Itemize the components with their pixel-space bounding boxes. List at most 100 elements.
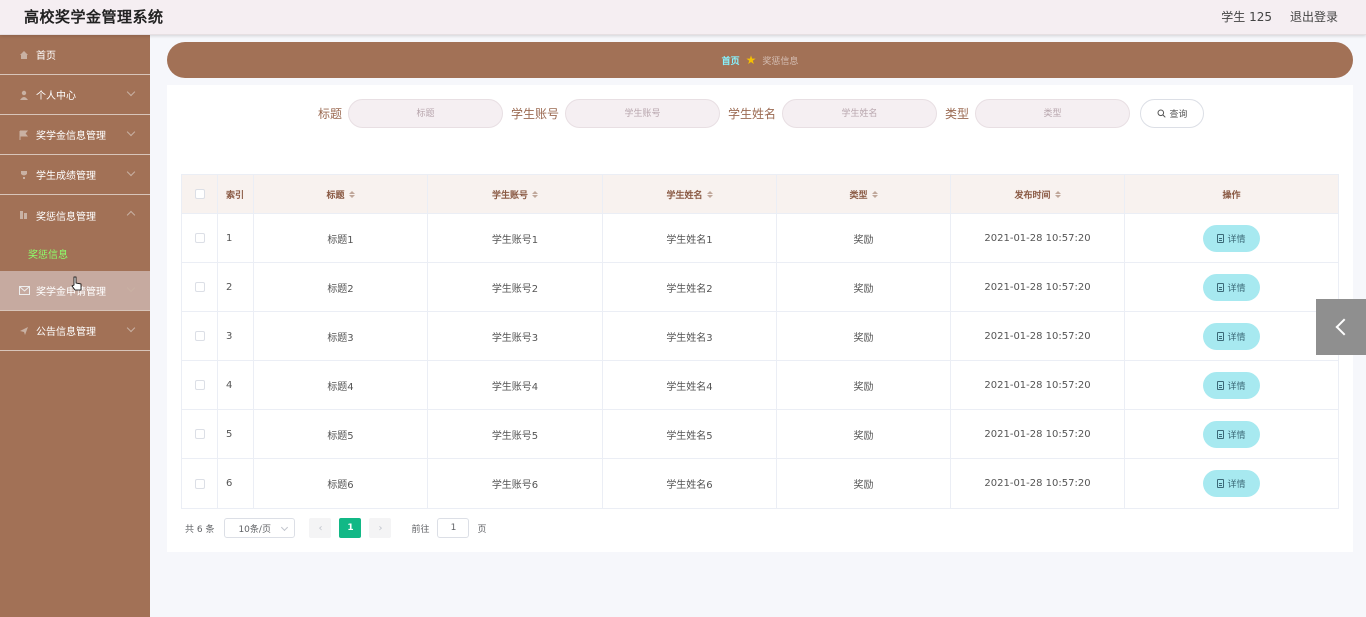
pagination: 共 6 条 10条/页 ‹ 1 › 前往 页 — [185, 518, 486, 538]
row-checkbox[interactable] — [194, 478, 205, 489]
sidebar-item-announcements[interactable]: 公告信息管理 — [0, 311, 150, 351]
breadcrumb: 首页 ★ 奖惩信息 — [167, 42, 1353, 78]
submenu-item-rewards-info[interactable]: 奖惩信息 — [0, 235, 150, 271]
name-label: 学生姓名 — [728, 107, 777, 121]
header-cell-type[interactable]: 类型 — [777, 175, 951, 213]
page-number-button[interactable]: 1 — [339, 518, 362, 538]
index-cell: 6 — [218, 459, 254, 508]
title-cell: 标题6 — [254, 459, 428, 508]
time-cell: 2021-01-28 10:57:20 — [951, 410, 1125, 458]
title-cell: 标题1 — [254, 214, 428, 262]
header-cell-name[interactable]: 学生姓名 — [603, 175, 777, 213]
sidebar-item-home[interactable]: 首页 — [0, 35, 150, 75]
header-cell-index: 索引 — [218, 175, 254, 213]
type-input[interactable] — [975, 99, 1131, 128]
rewards-table: 索引 标题 学生账号 学生姓名 类型 发布时间 操作 1 标题1 学生账号1 学… — [181, 174, 1339, 509]
detail-button[interactable]: 详情 — [1203, 371, 1260, 399]
header-cell-title[interactable]: 标题 — [254, 175, 428, 213]
type-cell: 奖励 — [777, 312, 951, 360]
star-icon: ★ — [745, 53, 757, 67]
title-cell: 标题4 — [254, 361, 428, 409]
mail-icon — [18, 285, 30, 297]
sort-icon[interactable] — [871, 190, 878, 198]
trophy-icon — [18, 169, 30, 181]
detail-button-label: 详情 — [1227, 332, 1246, 343]
chevron-down-icon — [126, 167, 136, 177]
select-all-checkbox[interactable] — [194, 189, 205, 199]
breadcrumb-current: 奖惩信息 — [762, 56, 799, 67]
row-select-cell — [182, 312, 218, 360]
sort-icon[interactable] — [348, 190, 355, 198]
sidebar-item-personal-center[interactable]: 个人中心 — [0, 75, 150, 115]
sort-icon[interactable] — [706, 190, 713, 198]
type-cell: 奖励 — [777, 410, 951, 458]
row-checkbox[interactable] — [194, 380, 205, 390]
user-icon — [18, 89, 30, 101]
detail-button[interactable]: 详情 — [1203, 322, 1260, 350]
chevron-down-icon — [126, 127, 136, 137]
title-cell: 标题3 — [254, 312, 428, 360]
name-input[interactable] — [782, 99, 938, 128]
sidebar-item-rewards[interactable]: 奖惩信息管理 — [0, 195, 150, 235]
prev-page-button[interactable]: ‹ — [309, 518, 332, 538]
header-index-label: 索引 — [226, 190, 245, 201]
row-checkbox[interactable] — [194, 282, 205, 292]
query-button[interactable]: 查询 — [1140, 99, 1205, 128]
index-cell: 4 — [218, 361, 254, 409]
table-header-row: 索引 标题 学生账号 学生姓名 类型 发布时间 操作 — [182, 175, 1338, 214]
sidebar-item-label: 学生成绩管理 — [36, 171, 96, 182]
document-icon — [1217, 380, 1225, 390]
detail-button-label: 详情 — [1227, 381, 1246, 392]
detail-button-label: 详情 — [1227, 283, 1246, 294]
header-cell-account[interactable]: 学生账号 — [428, 175, 603, 213]
account-cell: 学生账号2 — [428, 263, 603, 311]
sort-icon[interactable] — [1054, 190, 1061, 198]
account-cell: 学生账号1 — [428, 214, 603, 262]
page-size-select[interactable]: 10条/页 — [224, 518, 296, 538]
time-cell: 2021-01-28 10:57:20 — [951, 459, 1125, 508]
row-select-cell — [182, 361, 218, 409]
total-count: 共 6 条 — [185, 524, 215, 535]
detail-button[interactable]: 详情 — [1203, 420, 1260, 448]
time-cell: 2021-01-28 10:57:20 — [951, 312, 1125, 360]
row-checkbox[interactable] — [194, 429, 205, 439]
index-cell: 3 — [218, 312, 254, 360]
goto-page-input[interactable] — [437, 518, 470, 538]
title-input[interactable] — [347, 99, 503, 128]
type-cell: 奖励 — [777, 263, 951, 311]
title-cell: 标题2 — [254, 263, 428, 311]
account-cell: 学生账号4 — [428, 361, 603, 409]
detail-button[interactable]: 详情 — [1203, 273, 1260, 301]
table-row: 4 标题4 学生账号4 学生姓名4 奖励 2021-01-28 10:57:20… — [182, 361, 1338, 410]
row-checkbox[interactable] — [194, 331, 205, 341]
type-label: 类型 — [945, 107, 970, 121]
user-area: 学生 125 退出登录 — [1221, 8, 1338, 25]
document-icon — [1217, 429, 1225, 439]
name-cell: 学生姓名5 — [603, 410, 777, 458]
next-page-button[interactable]: › — [369, 518, 392, 538]
name-cell: 学生姓名2 — [603, 263, 777, 311]
logout-link[interactable]: 退出登录 — [1290, 8, 1338, 25]
chevron-down-icon — [126, 283, 136, 293]
row-checkbox[interactable] — [194, 233, 205, 243]
type-cell: 奖励 — [777, 361, 951, 409]
document-icon — [1217, 282, 1225, 292]
user-name[interactable]: 学生 125 — [1221, 8, 1272, 25]
collapse-panel-button[interactable] — [1316, 299, 1366, 355]
detail-button[interactable]: 详情 — [1203, 224, 1260, 252]
detail-button[interactable]: 详情 — [1203, 470, 1260, 497]
table-row: 3 标题3 学生账号3 学生姓名3 奖励 2021-01-28 10:57:20… — [182, 312, 1338, 361]
breadcrumb-home[interactable]: 首页 — [722, 54, 740, 67]
sidebar-item-scholarship-info[interactable]: 奖学金信息管理 — [0, 115, 150, 155]
sidebar-item-label: 奖惩信息管理 — [36, 211, 96, 223]
sidebar: 首页 个人中心 奖学金信息管理 学生成绩管理 奖惩信息管理 奖惩信息 奖学金申请… — [0, 35, 150, 617]
account-input[interactable] — [565, 99, 720, 128]
chevron-right-icon: › — [378, 522, 383, 534]
header-type-label: 类型 — [849, 190, 868, 201]
sort-icon[interactable] — [532, 190, 538, 198]
sidebar-item-grades[interactable]: 学生成绩管理 — [0, 155, 150, 195]
page-size-value: 10条/页 — [238, 524, 271, 535]
header-time-label: 发布时间 — [1014, 190, 1051, 201]
type-cell: 奖励 — [777, 459, 951, 508]
header-cell-time[interactable]: 发布时间 — [951, 175, 1125, 213]
